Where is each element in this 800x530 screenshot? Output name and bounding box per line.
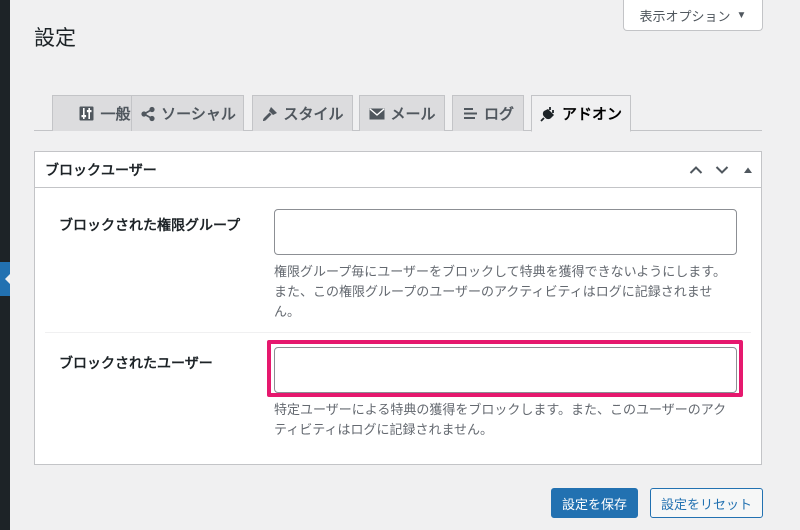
toggle-panel-button[interactable] [735,152,761,188]
tab-label: メール [390,105,436,123]
admin-sidebar-strip [0,0,11,530]
blocked-users-label: ブロックされたユーザー [59,356,213,372]
reset-settings-button[interactable]: 設定をリセット [650,488,763,518]
panel-header: ブロックユーザー [35,152,761,188]
save-settings-button[interactable]: 設定を保存 [551,488,638,518]
block-users-panel: ブロックユーザー ブロックされた権限グループ 権限グループ毎にユーザーをブロック… [34,151,762,465]
blocked-roles-input[interactable] [274,209,737,255]
blocked-users-description: 特定ユーザーによる特典の獲得をブロックします。また、このユーザーのアクティビティ… [274,403,727,438]
page-title: 設定 [34,26,76,50]
tab-label: 一般 [100,105,131,123]
triangle-up-icon [744,167,752,173]
screen-options-label: 表示オプション [639,8,731,24]
sliders-icon [78,105,95,122]
tab-log[interactable]: ログ [452,95,524,131]
email-icon [368,105,385,122]
caret-down-icon: ▼ [736,9,747,21]
tab-label: ソーシャル [161,105,236,123]
chevron-up-icon [689,166,703,174]
admin-sidebar-current-item[interactable] [0,262,11,296]
tab-label: ログ [483,105,514,123]
paintbrush-icon [261,105,278,122]
panel-controls [683,152,761,188]
tab-style[interactable]: スタイル [252,95,353,131]
tab-email[interactable]: メール [359,95,445,131]
settings-tabs: 一般 ソーシャル スタイル メール ログ アドオン [34,95,762,132]
tab-social[interactable]: ソーシャル [131,95,244,131]
screen-options-button[interactable]: 表示オプション ▼ [623,0,763,31]
panel-title: ブロックユーザー [45,162,157,179]
blocked-roles-label: ブロックされた権限グループ [59,218,241,234]
chevron-down-icon [715,166,729,174]
tab-label: スタイル [283,105,344,123]
tab-addons[interactable]: アドオン [531,95,631,132]
row-divider [45,332,751,333]
share-icon [139,105,156,122]
move-down-button[interactable] [709,152,735,188]
blocked-roles-description: 権限グループ毎にユーザーをブロックして特典を獲得できないようにします。また、この… [274,265,727,320]
plugin-icon [540,105,557,122]
blocked-users-input[interactable] [274,347,737,393]
tab-label: アドオン [561,105,622,123]
list-icon [462,105,479,122]
move-up-button[interactable] [683,152,709,188]
